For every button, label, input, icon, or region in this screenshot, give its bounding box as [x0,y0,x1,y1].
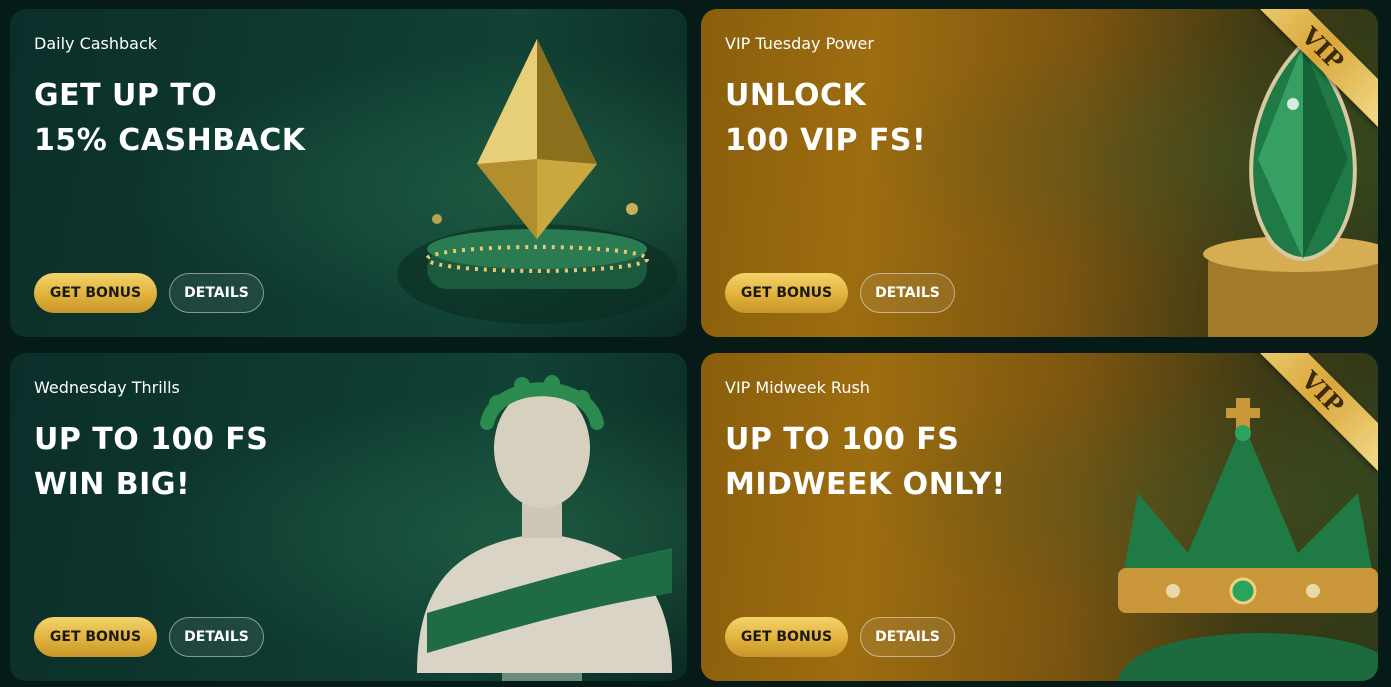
promo-headline: UNLOCK 100 VIP FS! [725,73,926,163]
get-bonus-button[interactable]: GET BONUS [725,273,848,313]
promo-headline-line2: 100 VIP FS! [725,123,927,158]
promo-subtitle: VIP Midweek Rush [725,378,870,397]
details-button[interactable]: DETAILS [860,273,955,313]
promo-headline: UP TO 100 FS MIDWEEK ONLY! [725,417,1006,507]
emerald-gem-icon [397,39,677,324]
promo-card-vip-tuesday-power: VIP VIP Tuesday Power UNLOCK 100 VIP FS!… [701,9,1378,337]
promo-headline-line2: 15% CASHBACK [34,123,306,158]
details-button[interactable]: DETAILS [169,617,264,657]
promo-headline-line2: MIDWEEK ONLY! [725,467,1006,502]
details-button[interactable]: DETAILS [860,617,955,657]
promo-subtitle: Daily Cashback [34,34,158,53]
promo-card-daily-cashback: Daily Cashback GET UP TO 15% CASHBACK GE… [10,9,687,337]
promo-headline-line1: UP TO 100 FS [34,422,269,457]
get-bonus-button[interactable]: GET BONUS [725,617,848,657]
promo-headline-line1: GET UP TO [34,78,218,113]
promo-headline-line1: UP TO 100 FS [725,422,960,457]
details-button[interactable]: DETAILS [169,273,264,313]
get-bonus-button[interactable]: GET BONUS [34,617,157,657]
promo-card-vip-midweek-rush: VIP VIP Midweek Rush UP TO 100 FS MIDWEE… [701,353,1378,681]
promo-headline-line2: WIN BIG! [34,467,191,502]
get-bonus-button[interactable]: GET BONUS [34,273,157,313]
promo-card-wednesday-thrills: Wednesday Thrills UP TO 100 FS WIN BIG! … [10,353,687,681]
promo-subtitle: VIP Tuesday Power [725,34,874,53]
promo-subtitle: Wednesday Thrills [34,378,180,397]
promo-headline-line1: UNLOCK [725,78,867,113]
promo-headline: UP TO 100 FS WIN BIG! [34,417,268,507]
statue-bust-icon [417,375,672,681]
promo-headline: GET UP TO 15% CASHBACK [34,73,306,163]
promotions-grid: Daily Cashback GET UP TO 15% CASHBACK GE… [0,0,1391,687]
